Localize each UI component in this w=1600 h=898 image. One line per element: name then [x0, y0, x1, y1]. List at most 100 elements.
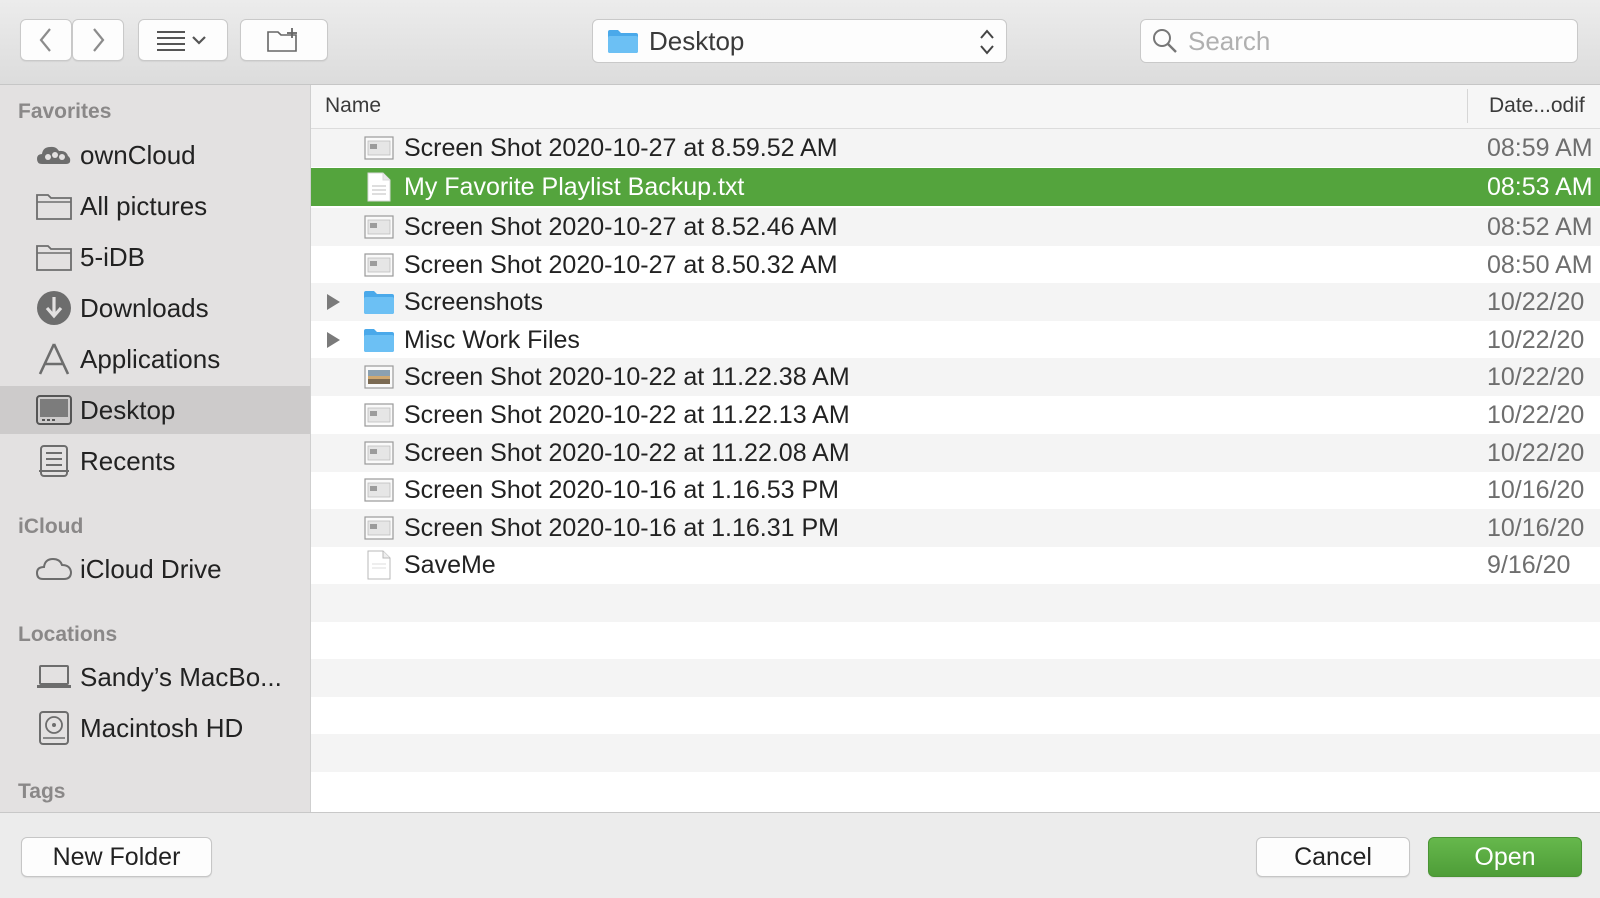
open-button[interactable]: Open — [1428, 837, 1582, 877]
view-options-button[interactable] — [138, 19, 228, 61]
location-label: Desktop — [649, 25, 745, 56]
sidebar-item-label: Macintosh HD — [80, 712, 244, 743]
file-date: 10/16/20 — [1487, 476, 1585, 504]
file-row[interactable]: Misc Work Files 10/22/20 — [311, 321, 1600, 359]
folder-plus-icon — [267, 28, 297, 52]
file-icon-wrap — [363, 362, 395, 392]
file-date: 9/16/20 — [1487, 551, 1571, 579]
file-name: SaveMe — [404, 551, 496, 579]
file-row[interactable]: Screenshots 10/22/20 — [311, 283, 1600, 321]
hard-drive-icon — [39, 711, 69, 745]
sidebar-item-applications[interactable]: Applications — [0, 335, 310, 383]
file-icon-wrap — [363, 212, 395, 242]
folder-icon — [364, 329, 394, 352]
empty-row — [311, 584, 1600, 622]
file-name: Screen Shot 2020-10-27 at 8.52.46 AM — [404, 213, 838, 241]
search-input[interactable] — [1186, 24, 1550, 58]
applications-icon — [38, 343, 70, 375]
file-row[interactable]: Screen Shot 2020-10-16 at 1.16.53 PM 10/1… — [311, 471, 1600, 509]
file-row[interactable]: Screen Shot 2020-10-22 at 11.22.08 AM 10/… — [311, 434, 1600, 472]
up-down-arrows-icon — [980, 29, 994, 55]
file-row[interactable]: My Favorite Playlist Backup.txt 08:53 AM — [311, 168, 1600, 206]
sidebar-item-all-pictures[interactable]: All pictures — [0, 182, 310, 230]
file-icon-wrap — [363, 287, 395, 317]
file-date: 10/22/20 — [1487, 439, 1585, 467]
folder-icon — [364, 291, 394, 314]
column-divider[interactable] — [1467, 89, 1468, 123]
cancel-button[interactable]: Cancel — [1256, 837, 1410, 877]
disclosure-triangle-icon[interactable] — [325, 331, 341, 349]
file-name: Misc Work Files — [404, 326, 580, 354]
file-icon-wrap — [363, 550, 395, 580]
file-icon-wrap — [363, 250, 395, 280]
chevron-right-icon — [93, 28, 105, 52]
file-icon-wrap — [363, 325, 395, 355]
desktop-icon — [36, 395, 72, 425]
file-icon-wrap — [363, 513, 395, 543]
file-date: 10/22/20 — [1487, 401, 1585, 429]
empty-row — [311, 734, 1600, 772]
column-header-date[interactable]: Date...odif — [1489, 94, 1585, 118]
file-row[interactable]: Screen Shot 2020-10-22 at 11.22.38 AM 10/… — [311, 358, 1600, 396]
new-folder-toolbar-button[interactable] — [240, 19, 328, 61]
image-file-icon — [364, 478, 394, 502]
file-date: 10/16/20 — [1487, 514, 1585, 542]
sidebar-item-icloud-drive[interactable]: iCloud Drive — [0, 545, 310, 593]
text-file-icon — [367, 172, 391, 202]
sidebar-item-macbook[interactable]: Sandy’s MacBo... — [0, 653, 310, 701]
folder-icon — [36, 194, 72, 220]
sidebar-item-owncloud[interactable]: ownCloud — [0, 131, 310, 179]
document-file-icon — [367, 550, 391, 580]
sidebar-item-label: iCloud Drive — [80, 553, 222, 584]
recents-icon — [39, 445, 69, 477]
file-name: My Favorite Playlist Backup.txt — [404, 173, 745, 201]
sidebar-section-favorites: Favorites — [18, 100, 112, 123]
sidebar-item-macintosh-hd[interactable]: Macintosh HD — [0, 704, 310, 752]
new-folder-button[interactable]: New Folder — [21, 837, 212, 877]
cloud-icon — [36, 557, 72, 580]
sidebar-section-icloud: iCloud — [18, 515, 84, 538]
photo-file-icon — [364, 365, 394, 389]
empty-row — [311, 622, 1600, 660]
location-popup[interactable]: Desktop — [592, 19, 1007, 63]
sidebar-item-desktop[interactable]: Desktop — [0, 386, 310, 434]
file-date: 08:59 AM — [1487, 134, 1593, 162]
file-row[interactable]: Screen Shot 2020-10-27 at 8.52.46 AM 08:5… — [311, 208, 1600, 246]
disclosure-triangle-icon[interactable] — [325, 293, 341, 311]
file-icon-wrap — [363, 172, 395, 202]
cloud-people-icon — [37, 146, 71, 164]
chevron-left-icon — [39, 28, 51, 52]
sidebar-item-label: Downloads — [80, 292, 209, 323]
file-date: 08:52 AM — [1487, 213, 1593, 241]
sidebar-item-label: Sandy’s MacBo... — [80, 661, 282, 692]
file-row[interactable]: Screen Shot 2020-10-27 at 8.59.52 AM 08:5… — [311, 129, 1600, 167]
file-row[interactable]: Screen Shot 2020-10-16 at 1.16.31 PM 10/1… — [311, 509, 1600, 547]
file-icon-wrap — [363, 438, 395, 468]
file-date: 08:50 AM — [1487, 251, 1593, 279]
file-row[interactable]: SaveMe 9/16/20 — [311, 546, 1600, 584]
sidebar-item-label: Recents — [80, 445, 176, 476]
sidebar-item-label: 5-iDB — [80, 241, 146, 272]
file-name: Screenshots — [404, 288, 543, 316]
sidebar-item-recents[interactable]: Recents — [0, 437, 310, 485]
file-icon-wrap — [363, 475, 395, 505]
column-header-name[interactable]: Name — [325, 94, 381, 118]
file-name: Screen Shot 2020-10-27 at 8.50.32 AM — [404, 251, 838, 279]
back-button[interactable] — [20, 19, 72, 61]
sidebar-item-label: All pictures — [80, 190, 208, 221]
sidebar-item-downloads[interactable]: Downloads — [0, 284, 310, 332]
forward-button[interactable] — [72, 19, 124, 61]
file-icon-wrap — [363, 400, 395, 430]
search-field[interactable] — [1140, 19, 1578, 63]
sidebar-item-5-idb[interactable]: 5-iDB — [0, 233, 310, 281]
image-file-icon — [364, 441, 394, 465]
file-name: Screen Shot 2020-10-16 at 1.16.53 PM — [404, 476, 840, 504]
image-file-icon — [364, 136, 394, 160]
empty-row — [311, 697, 1600, 735]
column-header: Name Date...odif — [311, 85, 1600, 129]
download-icon — [37, 291, 71, 325]
file-name: Screen Shot 2020-10-22 at 11.22.08 AM — [404, 439, 850, 467]
file-row[interactable]: Screen Shot 2020-10-22 at 11.22.13 AM 10/… — [311, 396, 1600, 434]
file-row[interactable]: Screen Shot 2020-10-27 at 8.50.32 AM 08:5… — [311, 246, 1600, 284]
file-name: Screen Shot 2020-10-16 at 1.16.31 PM — [404, 514, 840, 542]
